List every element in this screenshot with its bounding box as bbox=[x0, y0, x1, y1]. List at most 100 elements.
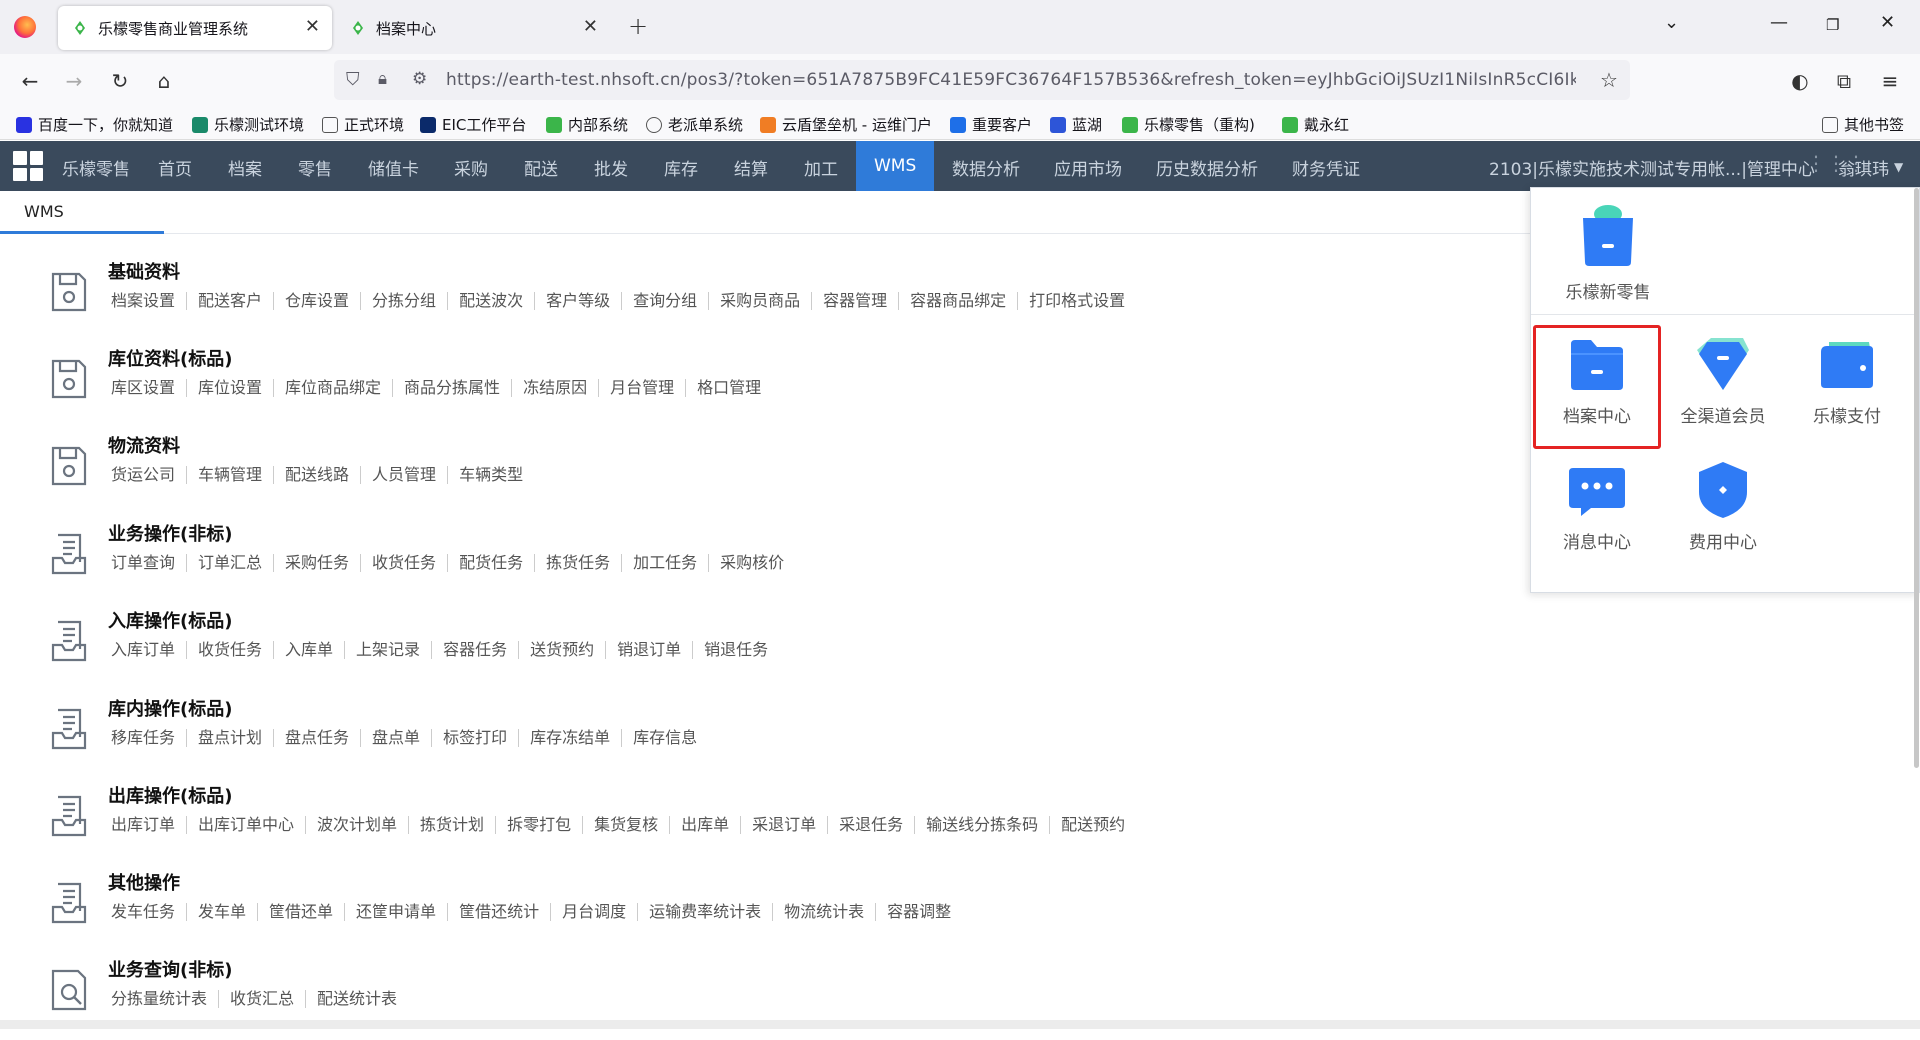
menu-link[interactable]: 配送线路 bbox=[273, 466, 360, 484]
menu-link[interactable]: 库存信息 bbox=[621, 729, 708, 747]
permissions-icon[interactable]: ⚙ bbox=[412, 69, 427, 89]
firefox-icon[interactable] bbox=[14, 16, 36, 38]
shield-icon[interactable]: ⛉ bbox=[346, 69, 360, 90]
menu-link[interactable]: 配送波次 bbox=[447, 292, 534, 310]
menu-link[interactable]: 筐借还统计 bbox=[447, 903, 550, 921]
menu-link[interactable]: 容器商品绑定 bbox=[898, 292, 1017, 310]
bookmark-item[interactable]: 老派单系统 bbox=[646, 114, 743, 135]
menu-link[interactable]: 车辆类型 bbox=[447, 466, 534, 484]
url-bar[interactable]: ⛉ 🔒︎ ⚙ https://earth-test.nhsoft.cn/pos3… bbox=[334, 60, 1630, 100]
menu-link[interactable]: 收货任务 bbox=[186, 641, 273, 659]
app-lemon-pay[interactable]: 乐檬支付 bbox=[1787, 334, 1907, 427]
account-icon[interactable]: ◐ bbox=[1788, 69, 1812, 93]
tab-wms[interactable]: WMS bbox=[24, 202, 64, 221]
nav-wms[interactable]: WMS bbox=[856, 141, 935, 191]
extensions-icon[interactable]: ⧉ bbox=[1832, 69, 1856, 93]
bookmark-item[interactable]: 内部系统 bbox=[546, 114, 628, 135]
menu-link[interactable]: 容器调整 bbox=[875, 903, 962, 921]
menu-link[interactable]: 人员管理 bbox=[360, 466, 447, 484]
menu-link[interactable]: 波次计划单 bbox=[305, 816, 408, 834]
nav-data-analysis[interactable]: 数据分析 bbox=[952, 155, 1020, 180]
bookmark-star-icon[interactable]: ☆ bbox=[1600, 68, 1618, 92]
nav-home[interactable]: 首页 bbox=[158, 155, 192, 180]
close-window-icon[interactable]: ✕ bbox=[1880, 12, 1895, 33]
menu-link[interactable]: 月台调度 bbox=[550, 903, 637, 921]
user-dropdown-icon[interactable]: ▼ bbox=[1894, 160, 1903, 174]
menu-link[interactable]: 收货任务 bbox=[360, 554, 447, 572]
app-lemon-new-retail[interactable]: 乐檬新零售 bbox=[1543, 200, 1673, 303]
app-grid-logo-icon[interactable] bbox=[13, 151, 43, 181]
menu-link[interactable]: 订单查询 bbox=[108, 554, 186, 572]
nav-stored-value-card[interactable]: 储值卡 bbox=[368, 155, 419, 180]
close-tab-icon[interactable]: ✕ bbox=[305, 16, 320, 37]
bookmark-item[interactable]: EIC工作平台 bbox=[420, 114, 526, 135]
menu-link[interactable]: 仓库设置 bbox=[273, 292, 360, 310]
menu-link[interactable]: 还筐申请单 bbox=[344, 903, 447, 921]
list-all-tabs-icon[interactable]: ⌄ bbox=[1664, 12, 1679, 33]
menu-link[interactable]: 拆零打包 bbox=[495, 816, 582, 834]
menu-link[interactable]: 采退订单 bbox=[740, 816, 827, 834]
menu-link[interactable]: 销退任务 bbox=[692, 641, 779, 659]
menu-link[interactable]: 集货复核 bbox=[582, 816, 669, 834]
bookmark-item[interactable]: 正式环境 bbox=[322, 114, 404, 135]
menu-link[interactable]: 输送线分拣条码 bbox=[914, 816, 1049, 834]
menu-link[interactable]: 月台管理 bbox=[598, 379, 685, 397]
menu-link[interactable]: 采购员商品 bbox=[708, 292, 811, 310]
lock-icon[interactable]: 🔒︎ bbox=[378, 69, 387, 89]
menu-link[interactable]: 分拣量统计表 bbox=[108, 990, 218, 1008]
app-expense-center[interactable]: 费用中心 bbox=[1663, 460, 1783, 553]
menu-link[interactable]: 盘点任务 bbox=[273, 729, 360, 747]
forward-icon[interactable]: → bbox=[62, 69, 86, 93]
new-tab-icon[interactable]: + bbox=[628, 12, 648, 40]
menu-link[interactable]: 出库单 bbox=[669, 816, 740, 834]
menu-link[interactable]: 运输费率统计表 bbox=[637, 903, 772, 921]
bookmark-item[interactable]: 乐檬零售（重构) bbox=[1122, 114, 1255, 135]
menu-link[interactable]: 库位商品绑定 bbox=[273, 379, 392, 397]
page-scrollbar[interactable] bbox=[1914, 188, 1919, 768]
tab-main-system[interactable]: 乐檬零售商业管理系统 ✕ bbox=[58, 6, 332, 50]
menu-link[interactable]: 采退任务 bbox=[827, 816, 914, 834]
nav-history-analysis[interactable]: 历史数据分析 bbox=[1156, 155, 1258, 180]
menu-link[interactable]: 采购核价 bbox=[708, 554, 795, 572]
home-icon[interactable]: ⌂ bbox=[152, 69, 176, 93]
menu-link[interactable]: 盘点计划 bbox=[186, 729, 273, 747]
menu-link[interactable]: 档案设置 bbox=[108, 292, 186, 310]
bookmark-item[interactable]: 蓝湖 bbox=[1050, 114, 1102, 135]
minimize-icon[interactable]: — bbox=[1770, 12, 1788, 33]
nav-retail[interactable]: 零售 bbox=[298, 155, 332, 180]
menu-link[interactable]: 客户等级 bbox=[534, 292, 621, 310]
menu-link[interactable]: 出库订单中心 bbox=[186, 816, 305, 834]
menu-link[interactable]: 车辆管理 bbox=[186, 466, 273, 484]
menu-link[interactable]: 收货汇总 bbox=[218, 990, 305, 1008]
menu-link[interactable]: 库区设置 bbox=[108, 379, 186, 397]
tab-archive-center[interactable]: 档案中心 ✕ bbox=[336, 6, 610, 50]
nav-delivery[interactable]: 配送 bbox=[524, 155, 558, 180]
menu-link[interactable]: 配货任务 bbox=[447, 554, 534, 572]
menu-link[interactable]: 容器管理 bbox=[811, 292, 898, 310]
menu-link[interactable]: 商品分拣属性 bbox=[392, 379, 511, 397]
menu-link[interactable]: 查询分组 bbox=[621, 292, 708, 310]
menu-link[interactable]: 拣货任务 bbox=[534, 554, 621, 572]
nav-wholesale[interactable]: 批发 bbox=[594, 155, 628, 180]
nav-finance-voucher[interactable]: 财务凭证 bbox=[1292, 155, 1360, 180]
other-bookmarks[interactable]: 其他书签 bbox=[1822, 114, 1904, 135]
menu-link[interactable]: 库位设置 bbox=[186, 379, 273, 397]
bookmark-item[interactable]: 重要客户 bbox=[950, 114, 1032, 135]
nav-inventory[interactable]: 库存 bbox=[664, 155, 698, 180]
menu-link[interactable]: 打印格式设置 bbox=[1017, 292, 1136, 310]
menu-link[interactable]: 格口管理 bbox=[685, 379, 772, 397]
menu-link[interactable]: 发车任务 bbox=[108, 903, 186, 921]
nav-archive[interactable]: 档案 bbox=[228, 155, 262, 180]
menu-link[interactable]: 采购任务 bbox=[273, 554, 360, 572]
nav-processing[interactable]: 加工 bbox=[804, 155, 838, 180]
menu-link[interactable]: 订单汇总 bbox=[186, 554, 273, 572]
menu-link[interactable]: 冻结原因 bbox=[511, 379, 598, 397]
menu-link[interactable]: 物流统计表 bbox=[772, 903, 875, 921]
url-text[interactable]: https://earth-test.nhsoft.cn/pos3/?token… bbox=[446, 70, 1576, 90]
menu-link[interactable]: 上架记录 bbox=[344, 641, 431, 659]
bookmark-item[interactable]: 乐檬测试环境 bbox=[192, 114, 304, 135]
nav-app-market[interactable]: 应用市场 bbox=[1054, 155, 1122, 180]
menu-link[interactable]: 分拣分组 bbox=[360, 292, 447, 310]
bookmark-item[interactable]: 百度一下，你就知道 bbox=[16, 114, 173, 135]
menu-link[interactable]: 移库任务 bbox=[108, 729, 186, 747]
